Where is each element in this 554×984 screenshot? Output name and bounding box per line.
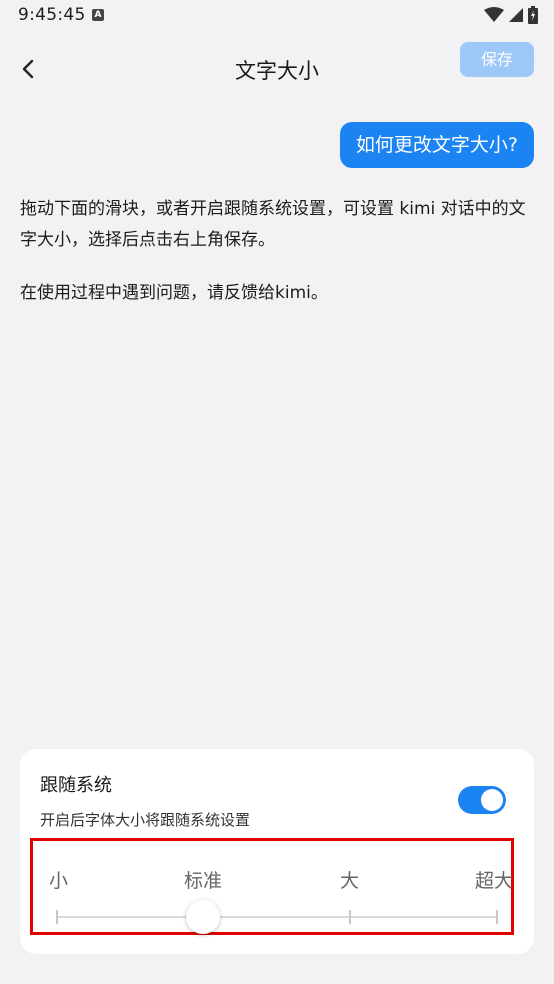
font-size-slider-thumb[interactable] <box>186 900 220 934</box>
status-bar: 9:45:45 A <box>0 0 554 32</box>
size-label-large[interactable]: 大 <box>340 866 359 893</box>
reply-paragraph: 在使用过程中遇到问题，请反馈给kimi。 <box>20 283 328 303</box>
slider-tick <box>56 910 58 924</box>
highlight-box <box>30 838 514 935</box>
toggle-knob <box>481 789 503 811</box>
reply-text: 拖动下面的滑块，或者开启跟随系统设置，可设置 kimi 对话中的文字大小，选择后… <box>20 194 534 331</box>
slider-tick <box>349 910 351 924</box>
reply-paragraph: 拖动下面的滑块，或者开启跟随系统设置，可设置 kimi 对话中的文字大小，选择后… <box>20 199 526 250</box>
top-nav: 文字大小 保存 <box>0 36 554 104</box>
signal-icon <box>509 8 523 22</box>
wifi-icon <box>484 7 504 22</box>
status-time: 9:45:45 <box>18 5 86 25</box>
font-size-slider-track[interactable] <box>57 916 497 918</box>
size-label-small[interactable]: 小 <box>49 866 68 893</box>
notification-icon: A <box>92 9 104 21</box>
size-label-extra-large[interactable]: 超大 <box>475 866 513 893</box>
user-message-bubble: 如何更改文字大小? <box>339 122 534 168</box>
follow-system-title: 跟随系统 <box>40 775 112 796</box>
status-icons <box>484 6 538 24</box>
size-label-standard[interactable]: 标准 <box>184 866 222 893</box>
save-button[interactable]: 保存 <box>460 42 534 77</box>
battery-icon <box>528 6 538 24</box>
follow-system-description: 开启后字体大小将跟随系统设置 <box>40 811 251 829</box>
follow-system-toggle[interactable] <box>458 786 506 814</box>
slider-tick <box>496 910 498 924</box>
